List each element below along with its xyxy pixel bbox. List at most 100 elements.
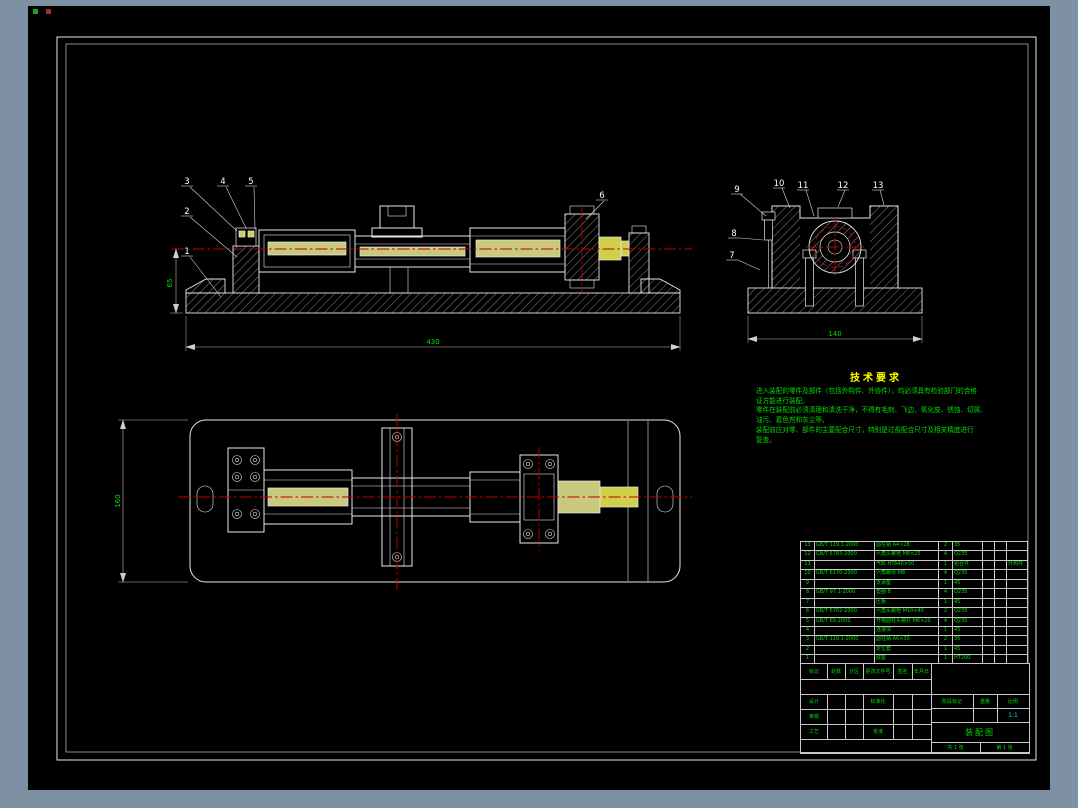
bom-cell-note (1007, 589, 1027, 597)
side-view: 9 10 11 12 13 8 7 140 (726, 179, 923, 343)
tb-zone-label: 分区 (845, 664, 864, 680)
bom-cell-no: 12 (801, 551, 815, 560)
tb-scale-label: 比例 (997, 694, 1030, 709)
bom-row: 9 支承座 1 45 (801, 579, 1027, 590)
bom-cell-code: GB/T 119.1-2000 (815, 542, 875, 551)
bom-cell-no: 3 (801, 636, 815, 645)
bom-cell-w1 (983, 542, 995, 551)
bom-cell-w1 (983, 636, 995, 645)
bom-cell-no: 9 (801, 579, 815, 589)
bom-cell-name: 圆柱销 A4×28 (875, 542, 939, 551)
tb-date-label: 年月日 (912, 664, 932, 680)
bom-cell-qty: 4 (939, 570, 953, 579)
callout-13: 13 (873, 181, 884, 191)
bom-cell-w2 (995, 617, 1007, 626)
bom-row: 7 压板 1 45 (801, 598, 1027, 609)
bom-cell-note (1007, 570, 1027, 578)
bom-cell-code: GB/T 5783-2000 (815, 551, 875, 560)
bom-cell-w1 (983, 560, 995, 570)
tb-check-label: 审核 (801, 709, 828, 725)
tb-design-label: 设计 (801, 694, 828, 710)
tb-stage-value (931, 708, 974, 723)
bom-cell-w1 (983, 589, 995, 598)
bom-cell-note (1007, 551, 1027, 559)
tb-cell (912, 709, 932, 725)
front-shaft-end (598, 236, 630, 261)
callout-2: 2 (184, 207, 189, 217)
bom-cell-note (1007, 646, 1027, 654)
bom-cell-no: 7 (801, 598, 815, 608)
front-left-support (232, 227, 260, 294)
tech-requirements-line: 复查。 (756, 435, 776, 444)
bom-cell-material: Q235 (953, 589, 983, 598)
bom-cell-no: 4 (801, 626, 815, 636)
bom-row: 12 GB/T 5783-2000 六角头螺栓 M8×25 4 Q235 (801, 551, 1027, 561)
bom-row: 2 定位套 1 45 (801, 645, 1027, 656)
bom-cell-material: 45 (953, 645, 983, 655)
tech-requirements-line: 装配前应对零、部件的主要配合尺寸，特别是过盈配合尺寸及相关精度进行 (756, 425, 974, 434)
tb-mark-label: 标记 (801, 664, 828, 680)
callout-10: 10 (774, 179, 785, 189)
svg-text:430: 430 (426, 338, 439, 346)
bom-cell-w1 (983, 617, 995, 626)
bom-cell-qty: 4 (939, 617, 953, 626)
front-spindle (469, 227, 566, 273)
bom-cell-material: 组合件 (953, 560, 983, 570)
bom-cell-code (815, 579, 875, 589)
bom-cell-w1 (983, 626, 995, 636)
side-top-block (817, 207, 853, 219)
bom-cell-w2 (995, 626, 1007, 636)
bom-row: 13 GB/T 119.1-2000 圆柱销 A4×28 2 35 (801, 542, 1027, 552)
bom-cell-material: 35 (953, 636, 983, 645)
tech-requirements-line: 进入装配的零件及部件（包括外购件、外协件），均必须具有检验部门的合格 (756, 387, 977, 395)
bom-cell-code (815, 626, 875, 636)
bom-cell-qty: 1 (939, 579, 953, 589)
callout-1: 1 (184, 247, 189, 257)
bom-cell-note: 外购件 (1008, 560, 1024, 567)
bom-table: 13 GB/T 119.1-2000 圆柱销 A4×28 2 35 12 GB/T 578… (800, 541, 1028, 678)
bom-row: 8 GB/T 97.1-2000 垫圈 8 4 Q235 (801, 589, 1027, 599)
tech-requirements-line: 零件在装配前必须清理和清洗干净，不得有毛刺、飞边、氧化皮、锈蚀、切屑、 (756, 406, 987, 415)
bom-cell-w2 (995, 608, 1007, 617)
tb-cell (845, 709, 864, 725)
bom-cell-qty: 4 (939, 551, 953, 560)
bom-cell-code (815, 645, 875, 655)
dim-plan-height: 160 (114, 419, 188, 583)
bom-cell-qty: 1 (939, 645, 953, 655)
tech-requirements-title: 技术要求 (850, 373, 902, 384)
tb-cell (893, 694, 913, 710)
bom-cell-w1 (983, 570, 995, 579)
tb-count-label: 处数 (827, 664, 846, 680)
bom-cell-w2 (995, 636, 1007, 645)
callout-6: 6 (599, 191, 604, 201)
bom-cell-w1 (983, 579, 995, 589)
dim-side-width: 140 (747, 316, 923, 343)
bom-cell-no: 5 (801, 617, 815, 626)
tb-cell (827, 724, 846, 740)
tb-cell (801, 739, 932, 753)
bom-cell-name: 开槽圆柱头螺钉 M6×20 (875, 617, 939, 626)
bom-cell-name: 气缸 HTA40×50 (875, 560, 939, 570)
tb-process-label: 工艺 (801, 724, 828, 740)
bom-cell-no: 13 (801, 542, 815, 551)
front-view: 3 4 5 2 1 6 430 65 (166, 177, 692, 351)
tb-cell (827, 694, 846, 710)
tb-stage-label: 阶段标记 (931, 694, 974, 709)
side-base (747, 287, 923, 314)
bom-cell-qty: 2 (939, 542, 953, 551)
bom-row: 4 连接块 1 45 (801, 626, 1027, 637)
tb-weight-value (973, 708, 998, 723)
bom-cell-material: Q235 (953, 608, 983, 617)
callout-4: 4 (220, 177, 225, 187)
bom-cell-material: Q235 (953, 570, 983, 579)
tb-cell (893, 709, 913, 725)
bom-cell-note (1007, 599, 1027, 607)
bom-cell-name: 支承座 (875, 579, 939, 589)
bom-cell-name: 六角头螺栓 M10×40 (875, 608, 939, 617)
bom-cell-code (815, 598, 875, 608)
bom-cell-w2 (995, 560, 1007, 570)
bom-cell-qty: 2 (939, 636, 953, 645)
tb-sheet-total: 共 1 张 (931, 742, 981, 753)
front-right-support (628, 225, 650, 294)
tb-cell (893, 724, 913, 740)
